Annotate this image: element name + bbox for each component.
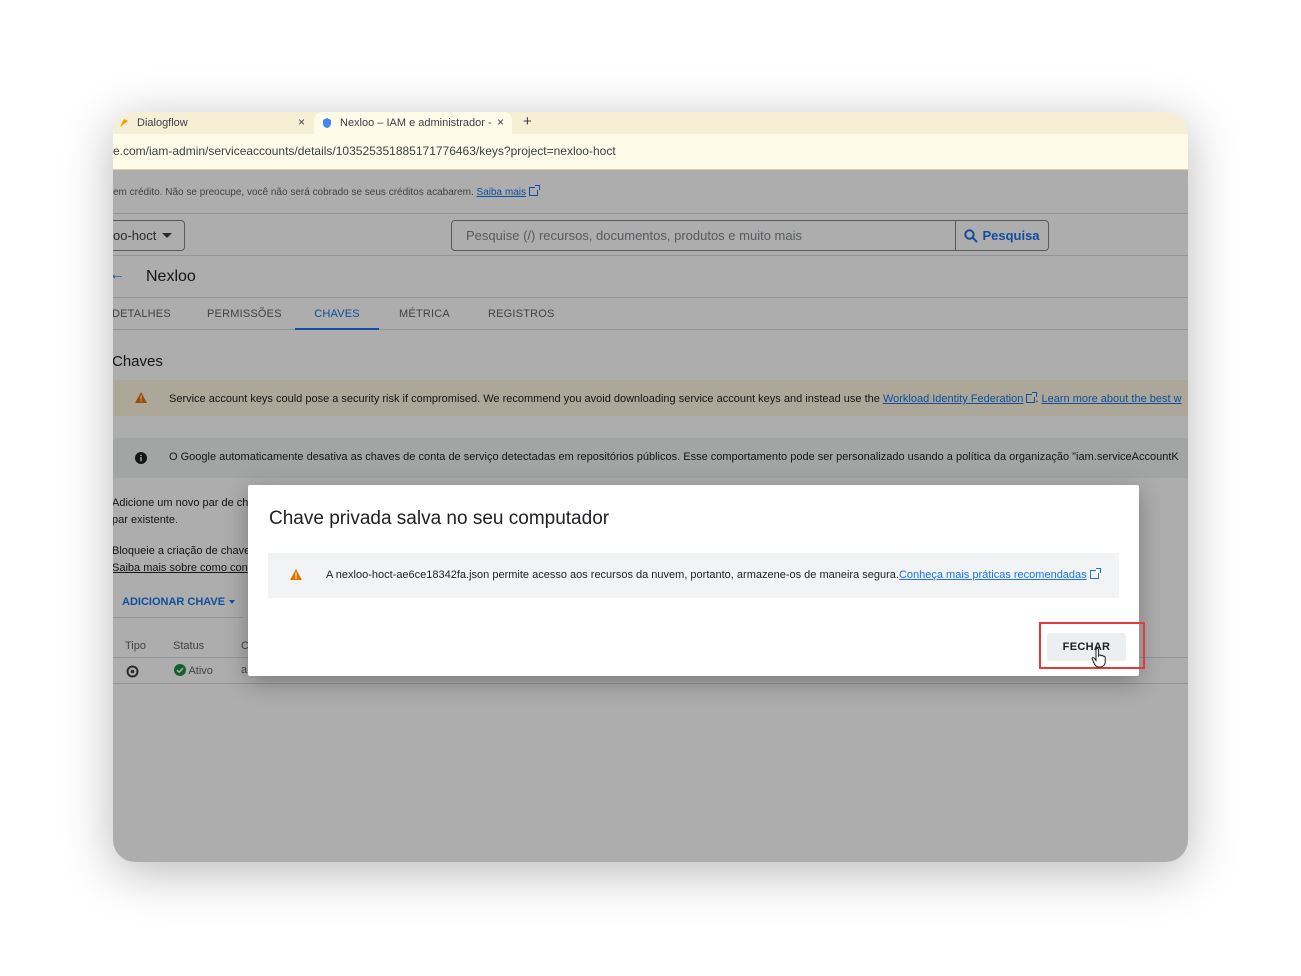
browser-tab-label: Nexloo – IAM e administrador - — [340, 117, 492, 129]
browser-tab-label: Dialogflow — [137, 117, 188, 129]
warning-icon — [290, 569, 302, 580]
shield-icon — [323, 118, 331, 128]
new-tab-button[interactable]: + — [523, 112, 532, 132]
url-text[interactable]: e.com/iam-admin/serviceaccounts/details/… — [113, 144, 616, 158]
close-tab-icon[interactable]: × — [298, 115, 305, 129]
dialog-warning-banner: A nexloo-hoct-ae6ce18342fa.json permite … — [268, 553, 1119, 598]
dialog-message: A nexloo-hoct-ae6ce18342fa.json permite … — [326, 569, 899, 581]
private-key-saved-dialog: Chave privada salva no seu computador A … — [248, 485, 1145, 676]
external-link-icon — [1089, 568, 1101, 579]
dialog-title: Chave privada salva no seu computador — [269, 508, 610, 529]
browser-tabstrip: Dialogflow × Nexloo – IAM e administrado… — [113, 112, 1188, 134]
screen-frame: Dialogflow × Nexloo – IAM e administrado… — [113, 112, 1188, 862]
close-tab-icon[interactable]: × — [497, 115, 504, 129]
address-bar[interactable]: e.com/iam-admin/serviceaccounts/details/… — [113, 134, 1188, 170]
hand-cursor-icon — [1091, 648, 1106, 668]
browser-tab-dialogflow[interactable]: Dialogflow × — [113, 112, 313, 134]
browser-tab-iam[interactable]: Nexloo – IAM e administrador - × — [314, 112, 512, 134]
dialogflow-icon — [120, 119, 128, 127]
recommended-practices-link[interactable]: Conheça mais práticas recomendadas — [899, 569, 1087, 581]
close-button[interactable]: FECHAR — [1047, 633, 1126, 661]
